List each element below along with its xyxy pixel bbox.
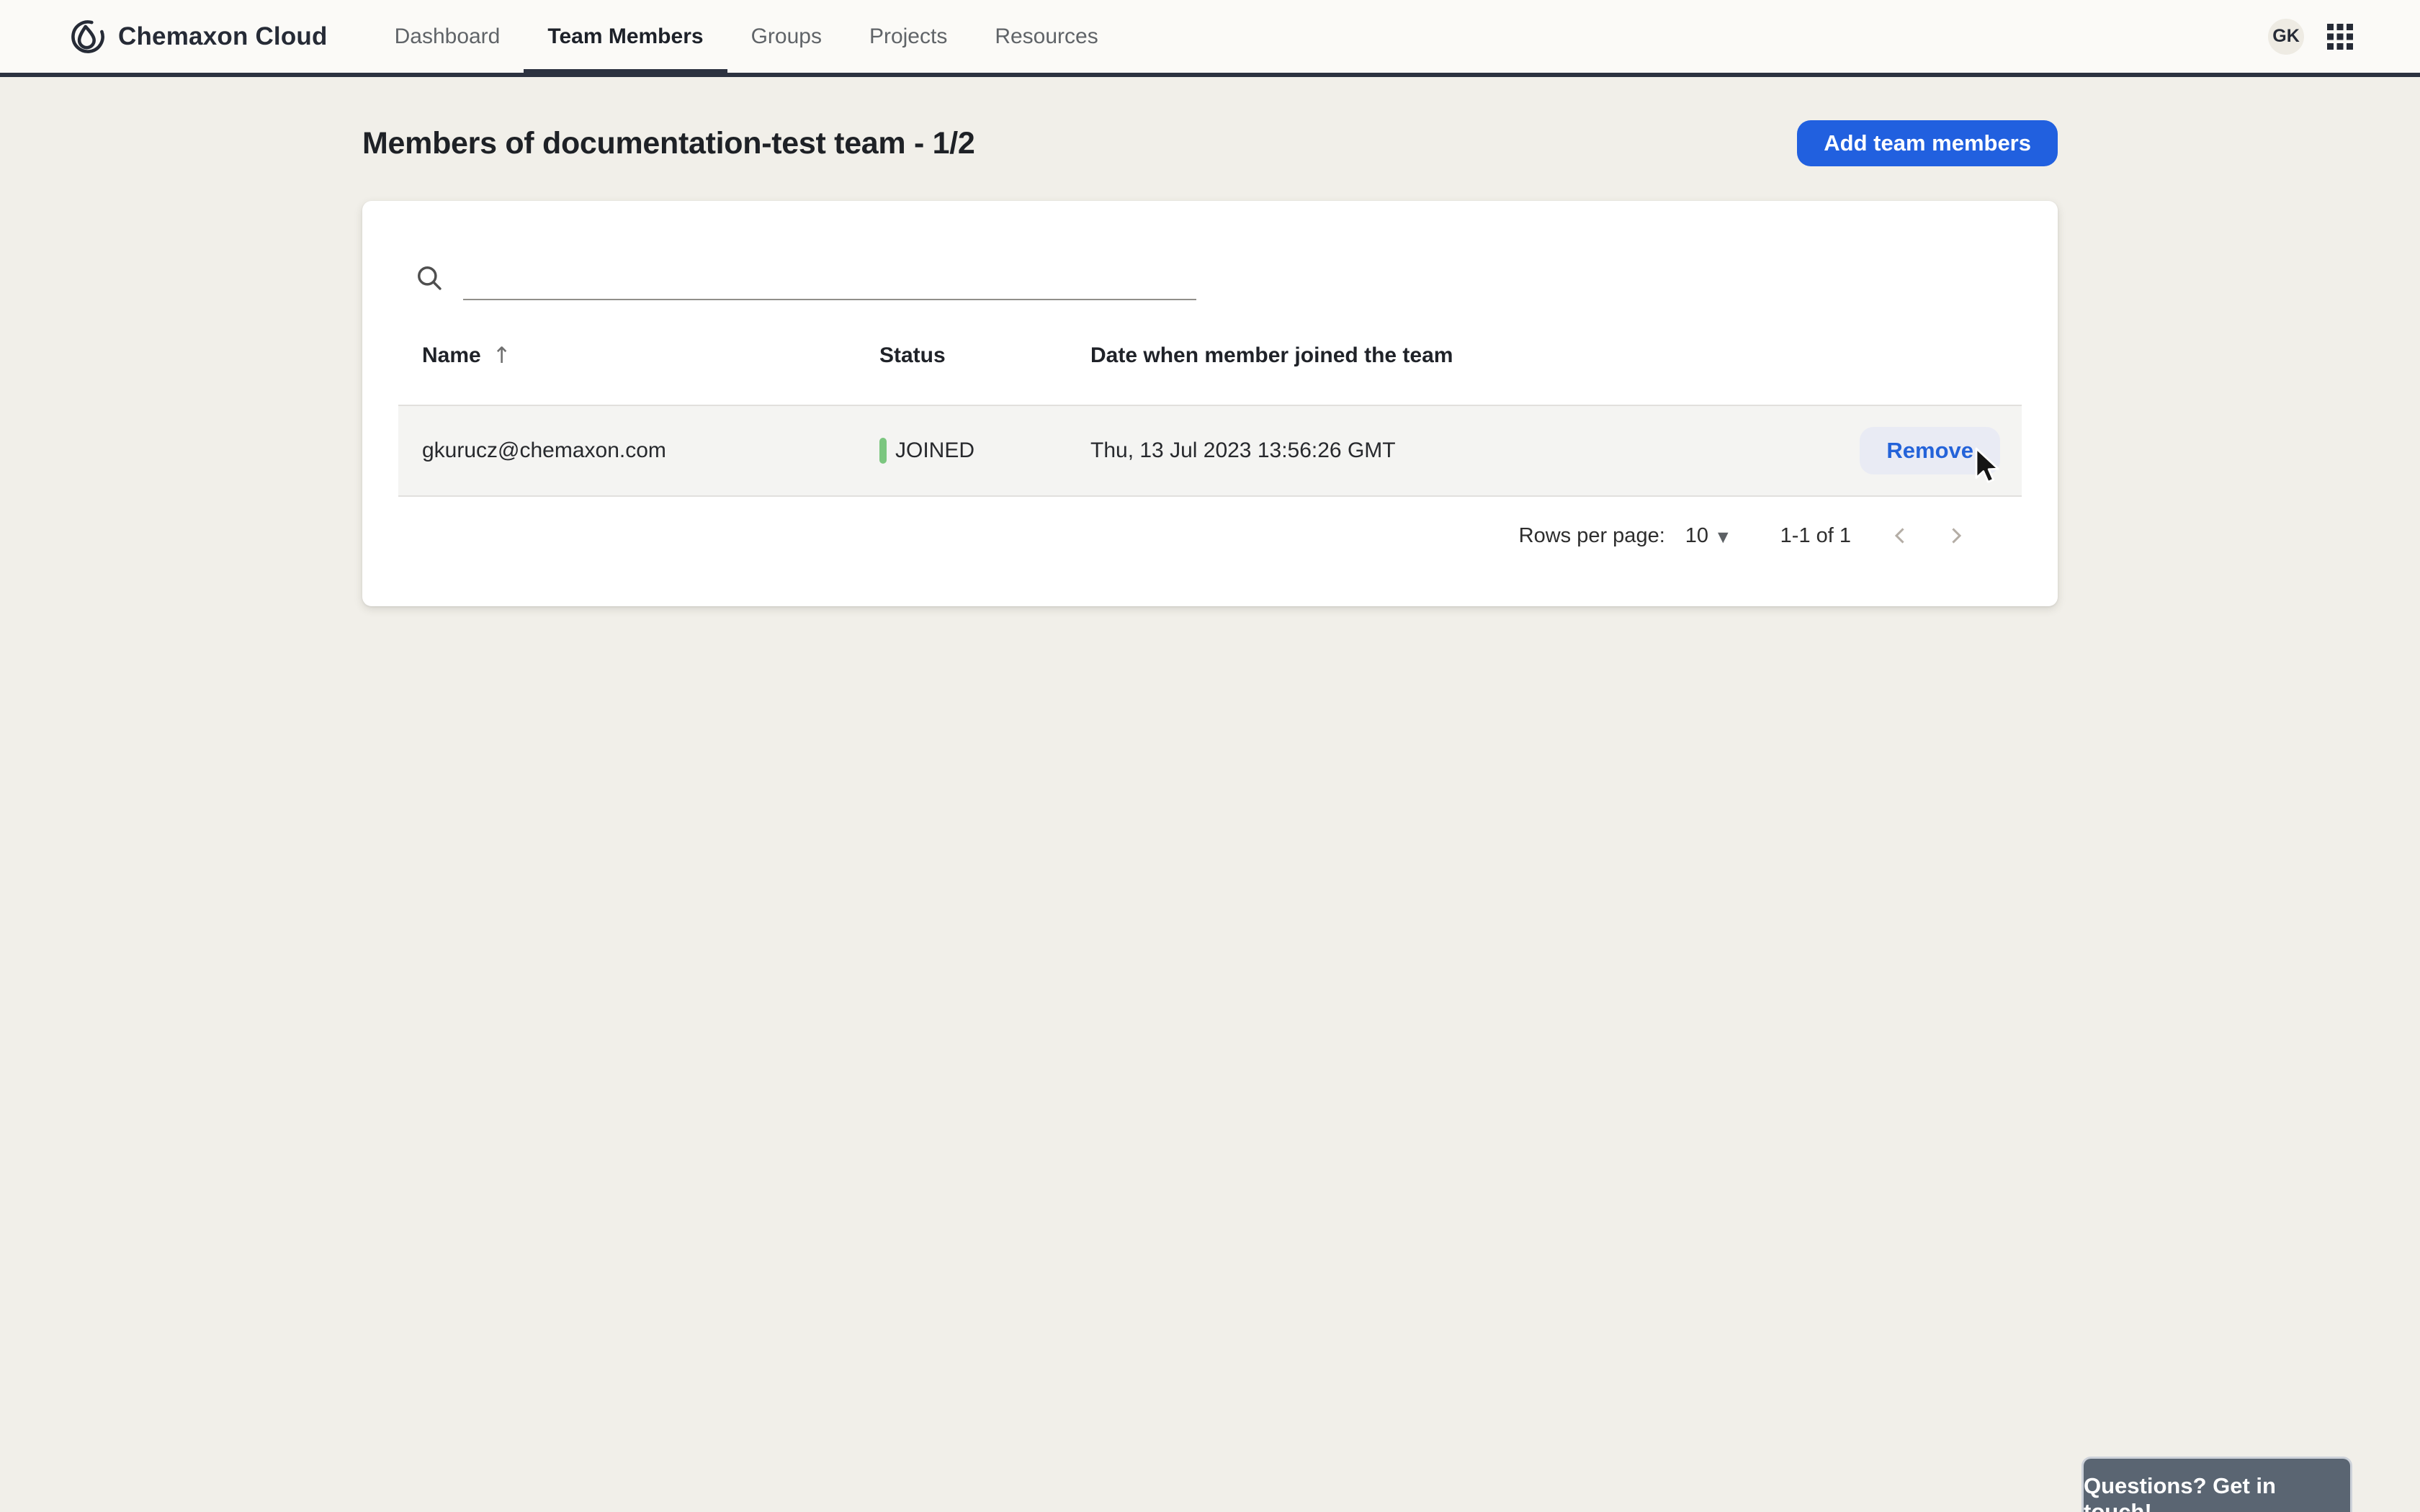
- row-actions: Remove: [1860, 427, 2022, 474]
- status-label: JOINED: [895, 438, 974, 463]
- title-row: Members of documentation-test team - 1/2…: [362, 120, 2058, 166]
- member-joined-date: Thu, 13 Jul 2023 13:56:26 GMT: [1090, 438, 1860, 463]
- nav-tab-projects[interactable]: Projects: [846, 0, 971, 73]
- nav-tab-groups[interactable]: Groups: [727, 0, 846, 73]
- nav-tab-team-members[interactable]: Team Members: [524, 0, 727, 73]
- app-window: Chemaxon Cloud Dashboard Team Members Gr…: [0, 0, 2420, 1512]
- search-input[interactable]: [463, 260, 1196, 300]
- member-email: gkurucz@chemaxon.com: [398, 438, 879, 463]
- page-title: Members of documentation-test team - 1/2: [362, 126, 975, 161]
- chevron-left-icon: [1887, 523, 1913, 549]
- table-header-row: Name ↑ Status Date when member joined th…: [398, 316, 2022, 395]
- column-header-joined-date: Date when member joined the team: [1090, 343, 2000, 368]
- next-page-button[interactable]: [1939, 518, 1973, 553]
- search-icon: [414, 263, 446, 294]
- user-avatar[interactable]: GK: [2268, 19, 2304, 55]
- app-grid-icon: [2327, 24, 2353, 50]
- app-grid-button[interactable]: [2327, 24, 2353, 50]
- rows-per-page-label: Rows per page:: [1519, 524, 1665, 548]
- table-row: gkurucz@chemaxon.com JOINED Thu, 13 Jul …: [398, 405, 2022, 497]
- chat-widget-tab[interactable]: Questions? Get in touch!: [2081, 1457, 2352, 1512]
- brand-logo[interactable]: Chemaxon Cloud: [69, 18, 328, 55]
- add-team-members-button[interactable]: Add team members: [1797, 120, 2058, 166]
- pagination-bar: Rows per page: 10 ▼ 1-1 of 1: [1519, 514, 1973, 557]
- members-card: Name ↑ Status Date when member joined th…: [362, 201, 2058, 606]
- rows-per-page-select[interactable]: 10 ▼: [1685, 524, 1729, 548]
- member-status-cell: JOINED: [879, 438, 1090, 464]
- remove-member-button[interactable]: Remove: [1860, 427, 2000, 474]
- main-content: Members of documentation-test team - 1/2…: [362, 120, 2058, 606]
- nav-tab-dashboard[interactable]: Dashboard: [371, 0, 524, 73]
- dropdown-arrow-icon: ▼: [1718, 531, 1729, 544]
- topbar-right: GK: [2268, 19, 2353, 55]
- top-nav-bar: Chemaxon Cloud Dashboard Team Members Gr…: [0, 0, 2420, 77]
- main-nav: Dashboard Team Members Groups Projects R…: [371, 0, 1122, 73]
- nav-tab-resources[interactable]: Resources: [971, 0, 1121, 73]
- rows-per-page-value: 10: [1685, 524, 1708, 548]
- chemaxon-logo-icon: [69, 18, 107, 55]
- sort-ascending-icon[interactable]: ↑: [493, 345, 511, 367]
- status-joined-indicator: [879, 438, 887, 464]
- column-header-name-label: Name: [422, 343, 481, 368]
- previous-page-button[interactable]: [1883, 518, 1917, 553]
- brand-name: Chemaxon Cloud: [118, 22, 328, 51]
- column-header-name[interactable]: Name ↑: [398, 343, 879, 368]
- pagination-range-label: 1-1 of 1: [1780, 524, 1851, 548]
- chevron-right-icon: [1943, 523, 1969, 549]
- column-header-status: Status: [879, 343, 1090, 368]
